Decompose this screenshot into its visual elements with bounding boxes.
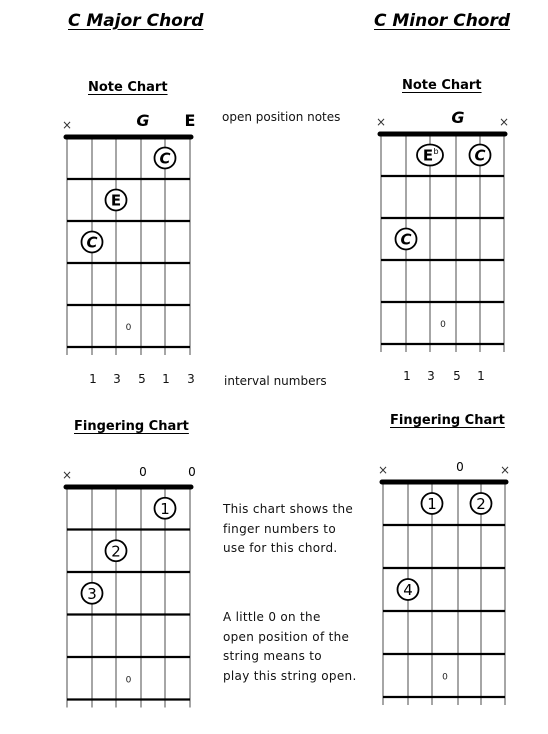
major-note-chart-note-marker-label: C: [159, 150, 170, 168]
minor-note-chart-interval-number: 5: [453, 369, 461, 383]
major-note-chart-fret-dot-marker: 0: [126, 323, 132, 333]
major-note-chart-open-note-label: E: [185, 111, 196, 130]
minor-fingering-chart-open-string-mark: 0: [456, 460, 464, 474]
major-note-chart-interval-number: 3: [113, 372, 121, 386]
minor-fingering-chart-finger-number: 1: [427, 495, 437, 513]
major-note-chart-note-marker-label: E: [111, 192, 121, 210]
minor-note-chart-note-marker-label: C: [474, 147, 485, 165]
major-fingering-chart-finger-number: 3: [87, 585, 97, 603]
major-note-chart-note-marker-label: C: [86, 234, 97, 252]
minor-note-chart-interval-number: 1: [403, 369, 411, 383]
major-fingering-chart-open-string-mark: 0: [188, 465, 196, 479]
minor-note-chart-fret-dot-marker: 0: [440, 320, 446, 330]
major-fingering-chart-finger-number: 2: [111, 542, 121, 560]
major-note-chart-interval-number: 5: [138, 372, 146, 386]
major-note-chart-interval-number: 1: [89, 372, 97, 386]
major-fingering-chart-finger-number: 1: [160, 500, 170, 518]
minor-note-chart-interval-number: 3: [427, 369, 435, 383]
major-note-chart-muted-string-mark: ×: [62, 118, 72, 132]
major-fingering-chart-open-string-mark: 0: [139, 465, 147, 479]
minor-note-chart-muted-string-mark: ×: [376, 115, 386, 129]
minor-note-chart-note-marker-label: C: [400, 231, 411, 249]
major-fingering-chart-fret-dot-marker: 0: [126, 675, 132, 685]
major-note-chart-open-note-label: G: [136, 111, 149, 130]
minor-fingering-chart-muted-string-mark: ×: [378, 463, 388, 477]
major-note-chart-diagram: × G E C E C 0 1 3 5 1 3 × G × E b C C 0 1 3 5 1 × 0 0 1 2 3 0 × 0 × 1 2 4 0: [62, 108, 510, 708]
major-note-chart-interval-number: 3: [187, 372, 195, 386]
minor-note-chart-flat-sign: b: [433, 147, 438, 156]
minor-note-chart-note-marker-label: E: [423, 147, 433, 165]
major-fingering-chart-muted-string-mark: ×: [62, 468, 72, 482]
minor-fingering-chart-fret-dot-marker: 0: [442, 673, 448, 683]
major-note-chart-interval-number: 1: [162, 372, 170, 386]
minor-fingering-chart-finger-number: 2: [476, 495, 486, 513]
minor-fingering-chart-finger-number: 4: [403, 581, 413, 599]
minor-note-chart-muted-string-mark: ×: [499, 115, 509, 129]
minor-note-chart-interval-number: 1: [477, 369, 485, 383]
minor-fingering-chart-muted-string-mark: ×: [500, 463, 510, 477]
minor-note-chart-open-note-label: G: [451, 108, 464, 127]
